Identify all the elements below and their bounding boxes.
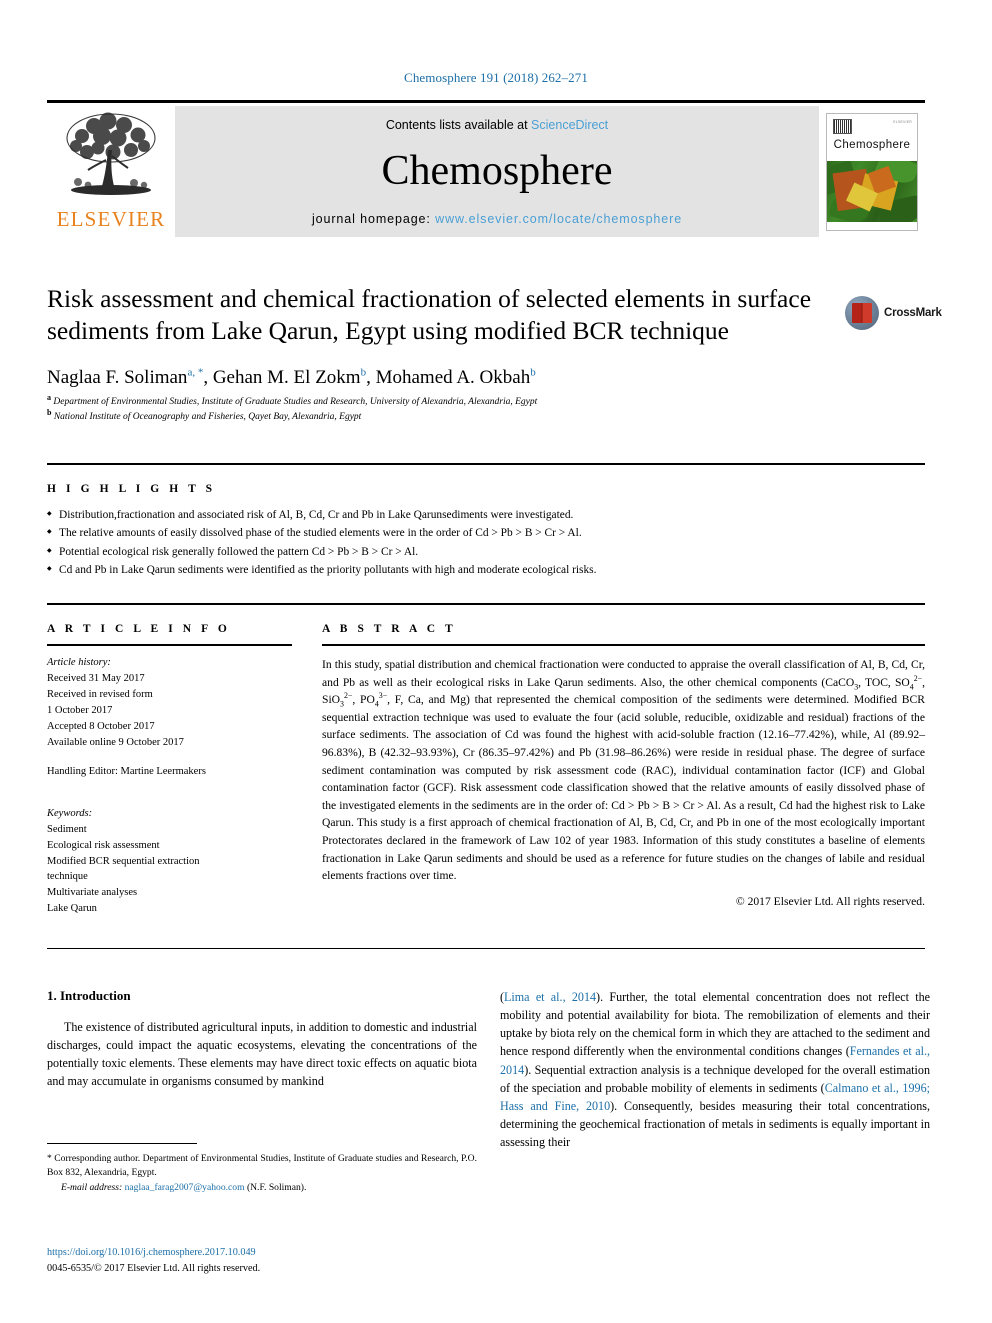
author-affiliation-mark: a, * bbox=[187, 366, 204, 379]
crossmark-icon bbox=[845, 296, 879, 330]
keyword-item: Multivariate analyses bbox=[47, 887, 138, 899]
affiliation-text: Department of Environmental Studies, Ins… bbox=[53, 396, 538, 407]
abstract-heading: A B S T R A C T bbox=[322, 623, 457, 635]
introduction-right-column: (Lima et al., 2014). Further, the total … bbox=[500, 988, 930, 1151]
list-item: Potential ecological risk generally foll… bbox=[47, 543, 925, 561]
email-link[interactable]: naglaa_farag2007@yahoo.com bbox=[125, 1182, 245, 1193]
highlights-section: H I G H L I G H T S Distribution,fractio… bbox=[47, 483, 925, 580]
article-history: Article history: Received 31 May 2017 Re… bbox=[47, 655, 292, 917]
cover-publisher-mark: ELSEVIER bbox=[893, 119, 912, 124]
homepage-label: journal homepage: bbox=[311, 212, 431, 226]
journal-title: Chemosphere bbox=[381, 148, 613, 194]
highlights-list: Distribution,fractionation and associate… bbox=[47, 506, 925, 580]
history-item: 1 October 2017 bbox=[47, 704, 113, 716]
cover-artwork bbox=[827, 160, 917, 224]
keyword-item: technique bbox=[47, 871, 88, 883]
abstract-part: , PO bbox=[352, 693, 375, 707]
abstract-rule bbox=[322, 644, 925, 646]
sciencedirect-link[interactable]: ScienceDirect bbox=[531, 118, 608, 132]
history-item: Received in revised form bbox=[47, 688, 153, 700]
article-info-section: A R T I C L E I N F O Article history: R… bbox=[47, 623, 292, 917]
citation-link[interactable]: Lima et al., 2014 bbox=[504, 990, 596, 1004]
abstract-part: In this study, spatial distribution and … bbox=[322, 658, 925, 689]
journal-homepage-line: journal homepage: www.elsevier.com/locat… bbox=[312, 212, 682, 226]
affiliation-mark: a bbox=[47, 392, 51, 402]
crossmark-badge[interactable]: CrossMark bbox=[845, 286, 942, 340]
formula-sub: 4 bbox=[374, 699, 379, 709]
abstract-copyright: © 2017 Elsevier Ltd. All rights reserved… bbox=[735, 894, 925, 908]
keyword-item: Lake Qarun bbox=[47, 903, 97, 915]
journal-cover-thumbnail: ELSEVIER Chemosphere bbox=[819, 106, 925, 237]
footnote-block: * Corresponding author. Department of En… bbox=[47, 1152, 477, 1195]
elsevier-wordmark: ELSEVIER bbox=[56, 207, 166, 231]
article-info-heading: A R T I C L E I N F O bbox=[47, 623, 231, 635]
author-name: Naglaa F. Soliman bbox=[47, 366, 188, 388]
email-owner: (N.F. Soliman). bbox=[246, 1181, 307, 1193]
formula-sup: 3− bbox=[378, 691, 388, 701]
highlights-bottom-rule bbox=[47, 603, 925, 605]
abstract-section: A B S T R A C T In this study, spatial d… bbox=[322, 623, 925, 908]
keywords-label: Keywords: bbox=[47, 807, 93, 819]
affiliation-line: a Department of Environmental Studies, I… bbox=[47, 392, 837, 410]
paper-page: Chemosphere 191 (2018) 262–271 ELSEVIER … bbox=[0, 0, 992, 1323]
highlights-heading: H I G H L I G H T S bbox=[47, 483, 216, 495]
author-name: Mohamed A. Okbah bbox=[375, 366, 531, 388]
history-item: Accepted 8 October 2017 bbox=[47, 720, 155, 732]
abstract-text: In this study, spatial distribution and … bbox=[322, 656, 925, 885]
author-name: Gehan M. El Zokm bbox=[212, 366, 361, 388]
running-head: Chemosphere 191 (2018) 262–271 bbox=[404, 70, 588, 85]
highlights-top-rule bbox=[47, 463, 925, 465]
page-title: Risk assessment and chemical fractionati… bbox=[47, 284, 812, 346]
elsevier-logo: ELSEVIER bbox=[47, 106, 175, 237]
barcode-icon bbox=[833, 118, 852, 134]
affiliation-line: b National Institute of Oceanography and… bbox=[47, 408, 837, 425]
journal-band: Contents lists available at ScienceDirec… bbox=[175, 106, 819, 237]
author-affiliation-mark: b bbox=[360, 366, 367, 379]
abstract-bottom-rule bbox=[47, 948, 925, 949]
footnote-rule bbox=[47, 1143, 197, 1144]
formula-sub: 3 bbox=[340, 699, 344, 709]
history-item: Available online 9 October 2017 bbox=[47, 736, 184, 748]
author-affiliation-mark: b bbox=[530, 366, 536, 379]
section-heading-introduction: 1. Introduction bbox=[47, 988, 131, 1003]
homepage-url-link[interactable]: www.elsevier.com/locate/chemosphere bbox=[435, 212, 682, 226]
corresponding-author-note: * Corresponding author. Department of En… bbox=[47, 1153, 477, 1179]
journal-masthead: ELSEVIER Contents lists available at Sci… bbox=[47, 100, 925, 237]
history-item: Received 31 May 2017 bbox=[47, 672, 145, 684]
elsevier-tree-icon bbox=[66, 112, 156, 195]
doi-block: https://doi.org/10.1016/j.chemosphere.20… bbox=[47, 1245, 477, 1276]
keyword-item: Sediment bbox=[47, 823, 87, 835]
article-history-label: Article history: bbox=[47, 657, 111, 668]
keyword-item: Ecological risk assessment bbox=[47, 839, 160, 851]
formula-sub: 4 bbox=[909, 681, 914, 691]
contents-available-line: Contents lists available at ScienceDirec… bbox=[386, 118, 608, 132]
list-item: Distribution,fractionation and associate… bbox=[47, 506, 925, 524]
list-item: The relative amounts of easily dissolved… bbox=[47, 524, 925, 542]
doi-link[interactable]: https://doi.org/10.1016/j.chemosphere.20… bbox=[47, 1245, 477, 1261]
title-block: Risk assessment and chemical fractionati… bbox=[47, 283, 837, 424]
contents-prefix: Contents lists available at bbox=[385, 118, 532, 132]
intro-paragraph-continued: (Lima et al., 2014). Further, the total … bbox=[500, 990, 930, 1150]
intro-paragraph: The existence of distributed agricultura… bbox=[47, 1020, 477, 1089]
list-item: Cd and Pb in Lake Qarun sediments were i… bbox=[47, 561, 925, 579]
keyword-item: Modified BCR sequential extraction bbox=[47, 855, 200, 867]
email-label: E-mail address: bbox=[61, 1181, 123, 1193]
abstract-part: , F, Ca, and Mg) that represented the ch… bbox=[322, 693, 925, 883]
affiliation-text: National Institute of Oceanography and F… bbox=[53, 411, 362, 422]
affiliation-mark: b bbox=[47, 407, 52, 417]
cover-title: Chemosphere bbox=[833, 138, 911, 151]
issn-copyright-line: 0045-6535/© 2017 Elsevier Ltd. All right… bbox=[47, 1262, 261, 1274]
crossmark-label: CrossMark bbox=[884, 307, 942, 319]
formula-sup: 2− bbox=[913, 673, 923, 683]
author-list: Naglaa F. Solimana, *, Gehan M. El Zokmb… bbox=[47, 366, 536, 388]
introduction-left-column: 1. Introduction The existence of distrib… bbox=[47, 988, 477, 1091]
abstract-part: , TOC, SO bbox=[858, 675, 910, 689]
handling-editor: Handling Editor: Martine Leermakers bbox=[47, 765, 206, 777]
article-info-rule bbox=[47, 644, 292, 646]
email-note: E-mail address: naglaa_farag2007@yahoo.c… bbox=[47, 1181, 477, 1195]
